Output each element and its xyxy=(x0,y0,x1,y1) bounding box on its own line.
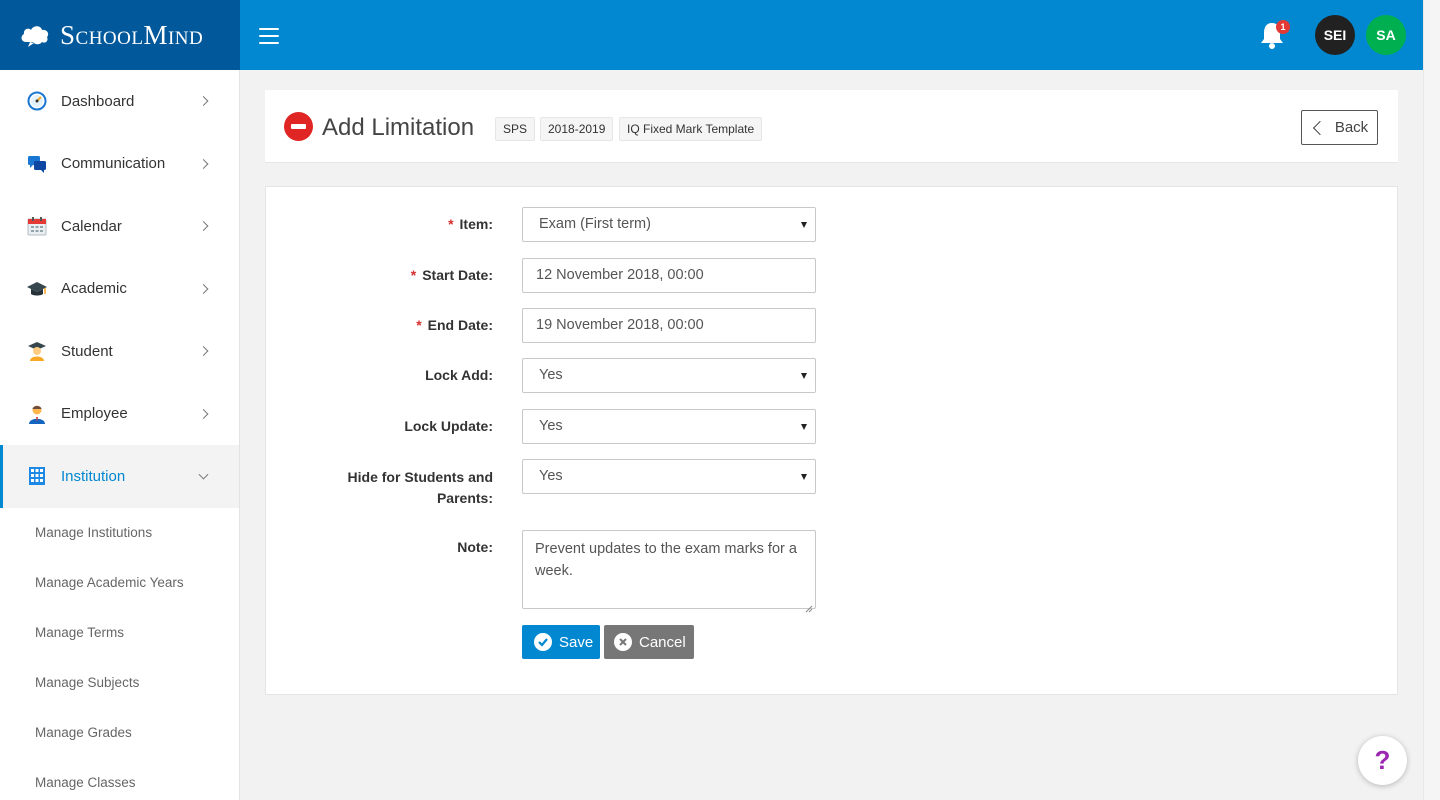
sidebar-item-institution[interactable]: Institution xyxy=(0,445,239,508)
graduation-cap-icon xyxy=(26,278,48,300)
end-date-label-text: End Date: xyxy=(427,317,493,333)
cancel-button-label: Cancel xyxy=(639,633,686,651)
student-icon xyxy=(26,340,48,362)
item-label-text: Item: xyxy=(459,216,493,232)
limitation-form: * Item: Exam (First term) * Start Date: 12… xyxy=(265,186,1398,695)
item-label: * Item: xyxy=(448,214,493,235)
note-label: Note: xyxy=(457,539,493,555)
sidebar-subitem-manage-terms[interactable]: Manage Terms xyxy=(0,608,239,658)
lock-update-value: Yes xyxy=(539,418,563,434)
hide-for-value: Yes xyxy=(539,468,563,484)
chevron-right-icon xyxy=(198,221,209,232)
required-marker: * xyxy=(448,216,454,232)
sidebar-item-label: Employee xyxy=(61,405,128,423)
menu-toggle-icon[interactable] xyxy=(259,28,279,44)
dropdown-caret-icon xyxy=(801,474,807,480)
lock-update-label: Lock Update: xyxy=(404,418,493,434)
note-text-line2: week. xyxy=(535,563,573,579)
page-title: Add Limitation xyxy=(322,114,475,141)
sidebar-subitem-manage-subjects[interactable]: Manage Subjects xyxy=(0,658,239,708)
check-circle-icon xyxy=(534,633,552,651)
start-date-field[interactable]: 12 November 2018, 00:00 xyxy=(522,258,816,293)
sidebar-item-label: Institution xyxy=(61,467,126,485)
hide-for-label: Hide for Students and Parents: xyxy=(348,467,493,509)
sidebar-item-label: Academic xyxy=(61,280,127,298)
note-textarea[interactable]: Prevent updates to the exam marks for a … xyxy=(522,530,816,613)
note-text-line1: Prevent updates to the exam marks for a xyxy=(535,541,797,557)
hide-for-label-line1: Hide for Students and xyxy=(347,469,493,485)
sidebar-subitem-manage-grades[interactable]: Manage Grades xyxy=(0,708,239,758)
cancel-button[interactable]: Cancel xyxy=(604,625,694,659)
back-button[interactable]: Back xyxy=(1301,110,1378,145)
sidebar-subitem-manage-institutions[interactable]: Manage Institutions xyxy=(0,508,239,558)
lock-update-select[interactable]: Yes xyxy=(522,409,816,444)
sidebar-item-label: Student xyxy=(61,342,113,360)
hide-for-label-line2: Parents: xyxy=(436,490,493,506)
cloud-brain-icon xyxy=(20,24,50,47)
chevron-right-icon xyxy=(198,408,209,419)
sidebar-item-dashboard[interactable]: Dashboard xyxy=(0,70,239,133)
lock-add-label: Lock Add: xyxy=(425,367,493,383)
help-button[interactable]: ? xyxy=(1358,736,1407,785)
sidebar: Dashboard Communication Calendar Academi… xyxy=(0,70,240,800)
sidebar-item-academic[interactable]: Academic xyxy=(0,258,239,321)
chevron-right-icon xyxy=(198,283,209,294)
chevron-left-icon xyxy=(1312,120,1327,135)
chevron-right-icon xyxy=(198,158,209,169)
employee-icon xyxy=(26,403,48,425)
sidebar-subitem-manage-classes[interactable]: Manage Classes xyxy=(0,758,239,800)
page-header: Add Limitation SPS 2018-2019 IQ Fixed Ma… xyxy=(265,90,1398,163)
tag-template: IQ Fixed Mark Template xyxy=(619,117,763,141)
back-button-label: Back xyxy=(1334,119,1369,136)
save-button-label: Save xyxy=(559,633,594,651)
chat-bubbles-icon xyxy=(26,153,48,175)
sidebar-item-communication[interactable]: Communication xyxy=(0,133,239,196)
tag-academic-year: 2018-2019 xyxy=(540,117,614,141)
avatar-sei[interactable]: SEI xyxy=(1315,15,1355,55)
sidebar-item-label: Dashboard xyxy=(61,92,135,110)
avatar-sa[interactable]: SA xyxy=(1366,15,1406,55)
item-select[interactable]: Exam (First term) xyxy=(522,207,816,242)
sidebar-item-employee[interactable]: Employee xyxy=(0,383,239,446)
lock-add-value: Yes xyxy=(539,367,563,383)
dropdown-caret-icon xyxy=(801,424,807,430)
required-marker: * xyxy=(410,267,417,283)
sidebar-subitem-manage-academic-years[interactable]: Manage Academic Years xyxy=(0,558,239,608)
end-date-label: * End Date: xyxy=(416,315,493,336)
lock-add-select[interactable]: Yes xyxy=(522,358,816,393)
sidebar-item-label: Communication xyxy=(61,155,166,173)
dropdown-caret-icon xyxy=(801,373,807,379)
brand-logo[interactable]: SchoolMind xyxy=(0,0,240,70)
tag-school: SPS xyxy=(495,117,536,141)
required-marker: * xyxy=(416,317,422,333)
building-icon xyxy=(26,465,48,487)
sidebar-item-student[interactable]: Student xyxy=(0,320,239,383)
sidebar-item-label: Calendar xyxy=(61,217,122,235)
sidebar-item-calendar[interactable]: Calendar xyxy=(0,195,239,258)
notification-badge: 1 xyxy=(1276,20,1290,34)
start-date-label: * Start Date: xyxy=(411,265,493,286)
scrollbar[interactable] xyxy=(1423,0,1440,800)
close-circle-icon xyxy=(614,633,632,651)
item-select-value: Exam (First term) xyxy=(539,216,651,232)
dashboard-gauge-icon xyxy=(26,90,48,112)
calendar-icon xyxy=(26,215,48,237)
dropdown-caret-icon xyxy=(801,222,807,228)
minus-circle-icon xyxy=(284,112,313,141)
chevron-down-icon xyxy=(198,469,209,480)
brand-name: SchoolMind xyxy=(60,19,204,50)
chevron-right-icon xyxy=(198,346,209,357)
end-date-field[interactable]: 19 November 2018, 00:00 xyxy=(522,308,816,343)
chevron-right-icon xyxy=(198,96,209,107)
hide-for-select[interactable]: Yes xyxy=(522,459,816,494)
save-button[interactable]: Save xyxy=(522,625,600,659)
resize-handle-icon[interactable] xyxy=(805,598,813,613)
start-date-label-text: Start Date: xyxy=(422,267,493,283)
